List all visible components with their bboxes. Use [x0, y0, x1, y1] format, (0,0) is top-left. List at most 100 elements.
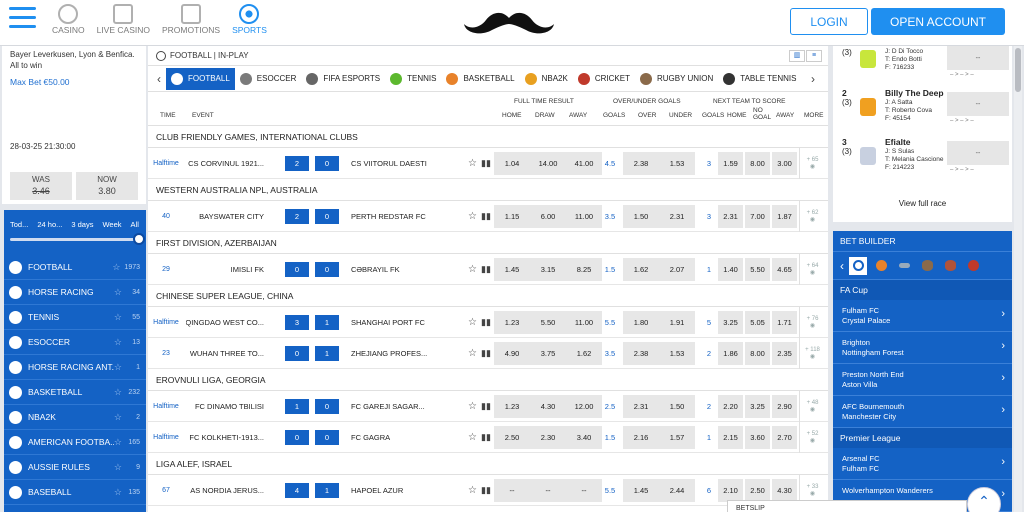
slider-handle[interactable] — [133, 233, 145, 245]
odd-next-home[interactable]: 2.10 — [718, 479, 743, 502]
odd-away[interactable]: 11.00 — [566, 311, 602, 334]
bet-builder-match[interactable]: Preston North End Aston Villa › — [833, 364, 1012, 396]
soccer-ball-icon[interactable] — [849, 256, 867, 275]
match-row[interactable]: HalftimeFC DINAMO TBILISI1-0FC GAREJI SA… — [148, 391, 828, 422]
filter-week[interactable]: Week — [102, 220, 121, 229]
odd-draw[interactable]: 14.00 — [530, 152, 566, 175]
odd-next-away[interactable]: 4.30 — [772, 479, 797, 502]
odd-no-goal[interactable]: 8.00 — [745, 342, 770, 365]
chevron-right-icon[interactable]: › — [806, 72, 820, 86]
favourite-star-icon[interactable]: ☆ — [468, 201, 477, 232]
match-row[interactable]: HalftimeQINGDAO WEST CO...3-1SHANGHAI PO… — [148, 307, 828, 338]
star-icon[interactable]: ☆ — [112, 262, 120, 273]
filter-today[interactable]: Tod... — [10, 220, 28, 229]
sidebar-item-american-footba[interactable]: AMERICAN FOOTBA... ☆ 165 — [4, 430, 146, 455]
menu-icon[interactable] — [9, 7, 36, 33]
odd-home[interactable]: 1.23 — [494, 395, 530, 418]
favourite-star-icon[interactable]: ☆ — [468, 475, 477, 506]
odd-draw[interactable]: 2.30 — [530, 426, 566, 449]
star-icon[interactable]: ☆ — [114, 362, 122, 373]
odd-draw[interactable]: 5.50 — [530, 311, 566, 334]
moustache-logo[interactable] — [462, 10, 556, 38]
sidebar-item-horse-racing[interactable]: HORSE RACING ☆ 34 — [4, 280, 146, 305]
stats-icon[interactable]: ▮▮ — [481, 254, 491, 285]
filter-all[interactable]: All — [131, 220, 139, 229]
stats-icon[interactable]: ▮▮ — [481, 422, 491, 453]
odd-under[interactable]: 1.53 — [659, 152, 695, 175]
match-row[interactable]: 23WUHAN THREE TO...0-1ZHEJIANG PROFES...… — [148, 338, 828, 369]
favourite-star-icon[interactable]: ☆ — [468, 148, 477, 179]
match-row[interactable]: 29IMISLI FK0-0CƏBRAYIL FK☆▮▮1.453.158.25… — [148, 254, 828, 285]
odd-away[interactable]: 1.62 — [566, 342, 602, 365]
odd-next-away[interactable]: 3.00 — [772, 152, 797, 175]
odd-under[interactable]: 2.07 — [659, 258, 695, 281]
page-scrollbar[interactable] — [1014, 46, 1022, 512]
odd-no-goal[interactable]: 2.50 — [745, 479, 770, 502]
tab-table-tennis[interactable]: TABLE TENNIS — [718, 68, 801, 90]
basketball-icon[interactable] — [872, 257, 890, 275]
sidebar-item-baseball[interactable]: BASEBALL ☆ 135 — [4, 480, 146, 505]
betslip-bar[interactable]: BETSLIP — [727, 500, 967, 512]
more-markets[interactable]: + 118 ◉ — [799, 338, 825, 369]
tab-tennis[interactable]: TENNIS — [385, 68, 441, 90]
stats-icon[interactable]: ▮▮ — [481, 201, 491, 232]
stats-icon[interactable]: ▮▮ — [481, 307, 491, 338]
rugby-icon[interactable] — [918, 257, 936, 275]
star-icon[interactable]: ☆ — [114, 387, 122, 398]
bet-builder-match[interactable]: Arsenal FC Fulham FC › — [833, 448, 1012, 480]
now-box[interactable]: NOW 3.80 — [76, 172, 138, 200]
star-icon[interactable]: ☆ — [114, 462, 122, 473]
tab-esoccer[interactable]: ESOCCER — [235, 68, 302, 90]
odd-over[interactable]: 1.50 — [623, 205, 659, 228]
odd-home[interactable]: 4.90 — [494, 342, 530, 365]
favourite-star-icon[interactable]: ☆ — [468, 307, 477, 338]
odd-under[interactable]: 1.50 — [659, 395, 695, 418]
odd-over[interactable]: 2.38 — [623, 342, 659, 365]
stats-icon[interactable]: ▮▮ — [481, 148, 491, 179]
odd-next-home[interactable]: 1.86 — [718, 342, 743, 365]
odd-home[interactable]: 1.45 — [494, 258, 530, 281]
odd-draw[interactable]: 3.75 — [530, 342, 566, 365]
ice-hockey-icon[interactable] — [895, 257, 913, 275]
grid-view-icon[interactable]: ▥ — [789, 50, 805, 62]
american-football-icon[interactable] — [941, 257, 959, 275]
sidebar-item-nba2k[interactable]: NBA2K ☆ 2 — [4, 405, 146, 430]
tab-football[interactable]: FOOTBALL — [166, 67, 235, 90]
odd-draw[interactable]: -- — [530, 479, 566, 502]
chevron-left-icon[interactable]: ‹ — [840, 259, 844, 273]
sidebar-item-football[interactable]: FOOTBALL ☆ 1973 — [4, 255, 146, 280]
more-markets[interactable]: + 64 ◉ — [799, 254, 825, 285]
stats-icon[interactable]: ▮▮ — [481, 475, 491, 506]
odd-next-home[interactable]: 3.25 — [718, 311, 743, 334]
odd-no-goal[interactable]: 8.00 — [745, 152, 770, 175]
odd-over[interactable]: 1.62 — [623, 258, 659, 281]
star-icon[interactable]: ☆ — [114, 412, 122, 423]
runner-odds[interactable]: -- — [947, 92, 1009, 116]
odd-away[interactable]: 11.00 — [566, 205, 602, 228]
odd-next-home[interactable]: 1.59 — [718, 152, 743, 175]
chevron-left-icon[interactable]: ‹ — [152, 72, 166, 86]
odd-over[interactable]: 2.31 — [623, 395, 659, 418]
odd-draw[interactable]: 3.15 — [530, 258, 566, 281]
odd-draw[interactable]: 6.00 — [530, 205, 566, 228]
more-markets[interactable]: + 76 ◉ — [799, 307, 825, 338]
odd-away[interactable]: -- — [566, 479, 602, 502]
odd-next-away[interactable]: 1.87 — [772, 205, 797, 228]
odd-under[interactable]: 2.44 — [659, 479, 695, 502]
nav-live-casino[interactable]: LIVE CASINO — [97, 4, 150, 35]
odd-no-goal[interactable]: 7.00 — [745, 205, 770, 228]
filter-3days[interactable]: 3 days — [71, 220, 93, 229]
tab-basketball[interactable]: BASKETBALL — [441, 68, 519, 90]
star-icon[interactable]: ☆ — [114, 337, 122, 348]
star-icon[interactable]: ☆ — [114, 287, 122, 298]
odd-home[interactable]: 2.50 — [494, 426, 530, 449]
more-markets[interactable]: + 65 ◉ — [799, 148, 825, 179]
match-row[interactable]: 67AS NORDIA JERUS...4-1HAPOEL AZUR☆▮▮---… — [148, 475, 828, 506]
favourite-star-icon[interactable]: ☆ — [468, 338, 477, 369]
tab-nba2k[interactable]: NBA2K — [520, 68, 573, 90]
odd-under[interactable]: 1.57 — [659, 426, 695, 449]
star-icon[interactable]: ☆ — [114, 312, 122, 323]
favourite-star-icon[interactable]: ☆ — [468, 422, 477, 453]
odd-over[interactable]: 2.38 — [623, 152, 659, 175]
bet-builder-match[interactable]: Brighton Nottingham Forest › — [833, 332, 1012, 364]
